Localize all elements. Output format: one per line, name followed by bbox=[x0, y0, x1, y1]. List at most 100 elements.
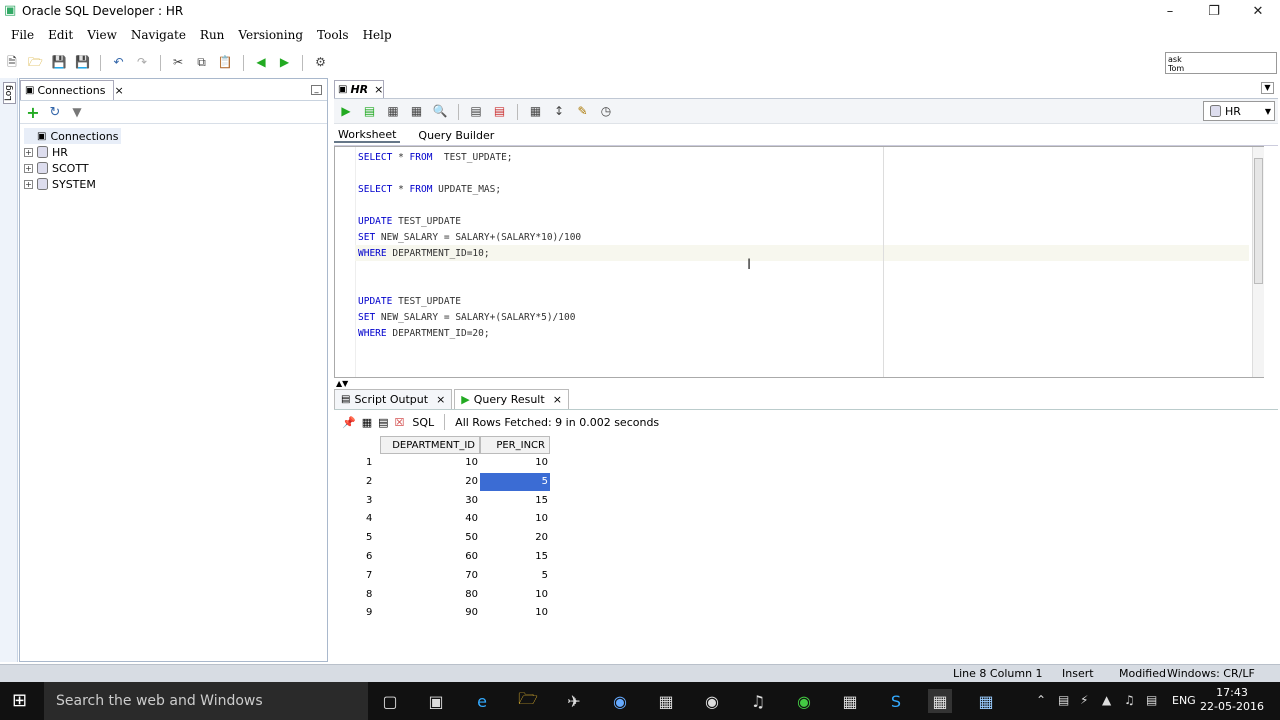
sql-button[interactable]: SQL bbox=[412, 416, 434, 429]
app-icon[interactable]: ◉ bbox=[700, 689, 724, 713]
tab-query-builder[interactable]: Query Builder bbox=[414, 129, 498, 142]
paste-icon[interactable]: 📋 bbox=[215, 53, 235, 71]
table-row[interactable]: 6 60 15 bbox=[334, 548, 574, 567]
run-statement-icon[interactable]: ▶ bbox=[336, 102, 356, 120]
cancel-icon[interactable]: ☒ bbox=[395, 416, 405, 429]
cell-department-id[interactable]: 80 bbox=[380, 589, 478, 600]
table-row[interactable]: 3 30 15 bbox=[334, 492, 574, 511]
close-icon[interactable]: × bbox=[114, 84, 123, 97]
eraser-icon[interactable]: ✎ bbox=[573, 102, 593, 120]
cell-department-id[interactable]: 40 bbox=[380, 513, 478, 524]
volume-icon[interactable]: ♫ bbox=[1124, 693, 1135, 707]
tree-item-system[interactable]: + SYSTEM bbox=[24, 176, 121, 192]
restore-button[interactable]: ❐ bbox=[1192, 0, 1236, 22]
tab-script-output[interactable]: ▤ Script Output × bbox=[334, 389, 453, 409]
table-row[interactable]: 1 10 10 bbox=[334, 454, 574, 473]
copy-icon[interactable]: ⧉ bbox=[192, 54, 212, 72]
explain-plan-icon[interactable]: 🔍 bbox=[430, 102, 450, 120]
table-row[interactable]: 4 40 10 bbox=[334, 510, 574, 529]
wifi-icon[interactable]: ▲ bbox=[1102, 693, 1111, 707]
chevron-up-icon[interactable]: ⌃ bbox=[1036, 693, 1046, 707]
taskbar-search[interactable]: Search the web and Windows bbox=[44, 682, 368, 720]
commit-icon[interactable]: ▦ bbox=[383, 102, 403, 120]
app-icon[interactable]: ▦ bbox=[974, 689, 998, 713]
itunes-icon[interactable]: ♫ bbox=[746, 689, 770, 713]
clear-icon[interactable]: ▤ bbox=[490, 102, 510, 120]
undo-icon[interactable]: ↶ bbox=[109, 53, 129, 71]
cut-icon[interactable]: ✂ bbox=[168, 53, 188, 71]
splitter-arrows-icon[interactable]: ▲▼ bbox=[336, 379, 348, 388]
ask-tom-box[interactable]: ask Tom bbox=[1165, 52, 1277, 74]
cell-department-id[interactable]: 50 bbox=[380, 532, 478, 543]
tab-query-result[interactable]: ▶ Query Result × bbox=[454, 389, 569, 409]
pin-icon[interactable]: 📌 bbox=[342, 416, 356, 429]
log-tab[interactable]: Log bbox=[3, 82, 16, 104]
back-icon[interactable]: ◀ bbox=[251, 53, 271, 71]
edge-icon[interactable]: e bbox=[470, 689, 494, 713]
cell-per-incr[interactable]: 10 bbox=[480, 513, 550, 524]
file-explorer-icon[interactable]: 🗁 bbox=[516, 689, 540, 713]
tree-root[interactable]: ▣ Connections bbox=[24, 128, 122, 144]
filter-icon[interactable]: ▼ bbox=[68, 105, 86, 119]
task-view-icon[interactable]: ▢ bbox=[378, 689, 402, 713]
editor-scroll-thumb[interactable] bbox=[1254, 158, 1263, 284]
sql-developer-icon[interactable]: ▦ bbox=[928, 689, 952, 713]
menu-versioning[interactable]: Versioning bbox=[231, 28, 310, 42]
cell-department-id[interactable]: 20 bbox=[380, 476, 478, 487]
store-icon[interactable]: ▣ bbox=[424, 689, 448, 713]
power-icon[interactable]: ⚡ bbox=[1080, 693, 1088, 707]
clock[interactable]: 17:43 22-05-2016 bbox=[1200, 686, 1264, 714]
table-row[interactable]: 9 90 10 bbox=[334, 604, 574, 623]
save-icon[interactable]: 💾 bbox=[49, 53, 69, 71]
cell-per-incr[interactable]: 15 bbox=[480, 495, 550, 506]
refresh-icon[interactable]: ↻ bbox=[46, 105, 64, 120]
to-upper-icon[interactable]: ↕ bbox=[549, 102, 569, 120]
table-row[interactable]: 5 50 20 bbox=[334, 529, 574, 548]
menu-edit[interactable]: Edit bbox=[41, 28, 80, 42]
menu-view[interactable]: View bbox=[80, 28, 124, 42]
close-icon[interactable]: × bbox=[374, 83, 383, 96]
cell-department-id[interactable]: 90 bbox=[380, 607, 478, 618]
cell-per-incr[interactable]: 10 bbox=[480, 607, 550, 618]
expand-icon[interactable]: + bbox=[24, 147, 33, 157]
network-icon[interactable]: ▤ bbox=[1058, 693, 1069, 707]
table-row[interactable]: 2 20 5 bbox=[334, 472, 574, 492]
menu-help[interactable]: Help bbox=[356, 28, 399, 42]
save-all-icon[interactable]: 💾 bbox=[73, 53, 93, 71]
cell-per-incr[interactable]: 5 bbox=[480, 570, 550, 581]
redo-icon[interactable]: ↷ bbox=[132, 53, 152, 71]
history-icon[interactable]: ◷ bbox=[596, 102, 616, 120]
cell-department-id[interactable]: 70 bbox=[380, 570, 478, 581]
menu-navigate[interactable]: Navigate bbox=[124, 28, 193, 42]
sql-editor[interactable]: SELECT * FROM TEST_UPDATE; SELECT * FROM … bbox=[334, 146, 1264, 378]
cell-department-id[interactable]: 30 bbox=[380, 495, 478, 506]
refresh-icon[interactable]: ▤ bbox=[378, 416, 388, 429]
media-player-icon[interactable]: ◉ bbox=[608, 689, 632, 713]
doc-tab-hr[interactable]: ▣ HR × bbox=[334, 80, 384, 98]
app-icon[interactable]: ✈ bbox=[562, 689, 586, 713]
minimize-button[interactable]: – bbox=[1148, 0, 1192, 22]
cell-per-incr[interactable]: 10 bbox=[480, 457, 550, 468]
open-folder-icon[interactable]: 🗁 bbox=[26, 55, 46, 73]
cell-per-incr[interactable]: 15 bbox=[480, 551, 550, 562]
language-indicator[interactable]: ENG bbox=[1172, 694, 1196, 707]
skype-icon[interactable]: S bbox=[884, 689, 908, 713]
tab-worksheet[interactable]: Worksheet bbox=[334, 128, 401, 143]
print-icon[interactable]: ▦ bbox=[362, 416, 372, 429]
tree-item-scott[interactable]: + SCOTT bbox=[24, 160, 121, 176]
action-center-icon[interactable]: ▤ bbox=[1146, 693, 1157, 707]
tree-item-hr[interactable]: + HR bbox=[24, 144, 121, 160]
close-icon[interactable]: × bbox=[553, 393, 562, 406]
menu-run[interactable]: Run bbox=[193, 28, 232, 42]
table-row[interactable]: 8 80 10 bbox=[334, 586, 574, 605]
grid-scrollbar[interactable] bbox=[1266, 456, 1276, 660]
column-header-department-id[interactable]: DEPARTMENT_ID bbox=[380, 436, 480, 454]
minimize-panel-icon[interactable]: _ bbox=[311, 85, 322, 95]
add-connection-icon[interactable]: + bbox=[24, 103, 42, 122]
cell-per-incr[interactable]: 10 bbox=[480, 589, 550, 600]
expand-icon[interactable]: + bbox=[24, 163, 33, 173]
run-script-icon[interactable]: ▤ bbox=[360, 102, 380, 120]
app-icon[interactable]: ▦ bbox=[654, 689, 678, 713]
connection-select[interactable]: HR ▼ bbox=[1203, 101, 1275, 121]
cell-department-id[interactable]: 10 bbox=[380, 457, 478, 468]
